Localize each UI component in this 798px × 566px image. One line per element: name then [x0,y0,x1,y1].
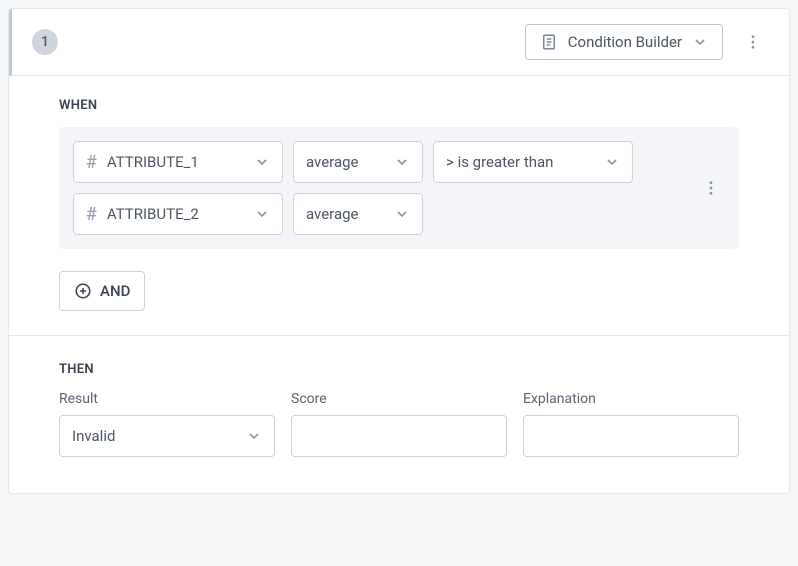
condition-menu-button[interactable] [697,179,725,197]
explanation-field: Explanation [523,391,739,457]
then-fields: Result Invalid Score Explanation [59,391,739,457]
chevron-down-icon [394,154,410,170]
hash-icon: # [86,204,97,225]
result-label: Result [59,391,275,407]
operator-select[interactable]: > is greater than [433,141,633,183]
score-field: Score [291,391,507,457]
explanation-label: Explanation [523,391,739,407]
attribute-select[interactable]: # ATTRIBUTE_2 [73,193,283,235]
condition-mode-select[interactable]: Condition Builder [525,24,723,60]
step-number: 1 [41,34,49,50]
score-label: Score [291,391,507,407]
attribute-label: ATTRIBUTE_2 [107,205,199,223]
plus-circle-icon [74,282,92,300]
condition-rows: # ATTRIBUTE_1 average > is greater tha [73,141,633,235]
result-value: Invalid [72,427,115,445]
chevron-down-icon [692,34,708,50]
step-number-badge: 1 [32,29,58,55]
aggregation-label: average [306,153,359,171]
chevron-down-icon [246,428,262,444]
condition-mode-label: Condition Builder [568,33,682,51]
card-header: 1 Condition Builder [9,9,789,76]
attribute-label: ATTRIBUTE_1 [107,153,199,171]
chevron-down-icon [394,206,410,222]
score-input[interactable] [291,415,507,457]
chevron-down-icon [254,154,270,170]
chevron-down-icon [604,154,620,170]
aggregation-select[interactable]: average [293,193,423,235]
document-icon [540,33,558,51]
result-field: Result Invalid [59,391,275,457]
explanation-input[interactable] [523,415,739,457]
operator-label: > is greater than [446,153,553,171]
when-title: WHEN [59,98,739,113]
and-label: AND [100,282,130,300]
aggregation-label: average [306,205,359,223]
condition-row: # ATTRIBUTE_1 average > is greater tha [73,141,633,183]
when-section: WHEN # ATTRIBUTE_1 average [9,76,789,335]
condition-block: # ATTRIBUTE_1 average > is greater tha [59,127,739,249]
hash-icon: # [86,152,97,173]
then-title: THEN [59,362,739,377]
result-select[interactable]: Invalid [59,415,275,457]
attribute-select[interactable]: # ATTRIBUTE_1 [73,141,283,183]
rule-card: 1 Condition Builder [8,8,790,494]
condition-row: # ATTRIBUTE_2 average [73,193,633,235]
chevron-down-icon [254,206,270,222]
then-section: THEN Result Invalid Score Explanation [9,335,789,493]
add-and-button[interactable]: AND [59,271,145,311]
aggregation-select[interactable]: average [293,141,423,183]
card-menu-button[interactable] [737,26,769,58]
